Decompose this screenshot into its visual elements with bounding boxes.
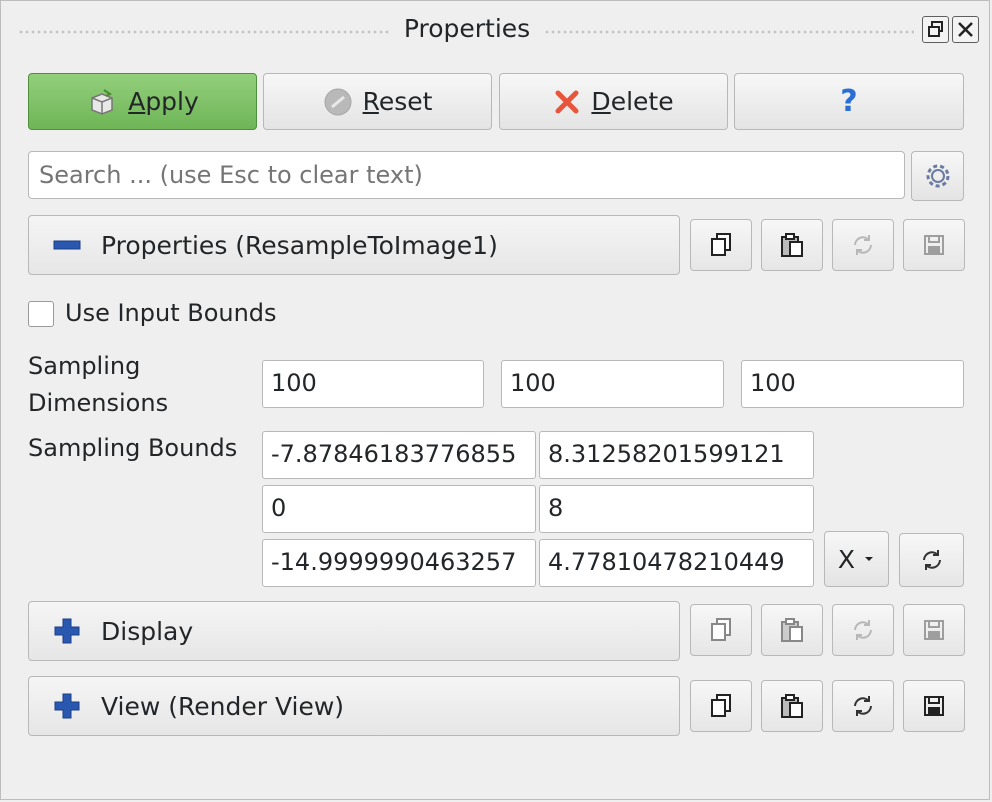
sampling-dimension-y-field[interactable]: 100 xyxy=(501,360,724,408)
title-grip-right xyxy=(544,29,914,35)
title-grip-left xyxy=(18,29,390,35)
sampling-dimension-z-field[interactable]: 100 xyxy=(741,360,964,408)
save-view-defaults-button[interactable] xyxy=(903,680,965,732)
paste-icon xyxy=(781,618,803,642)
sampling-dimension-x-field[interactable]: 100 xyxy=(262,360,484,408)
use-input-bounds-checkbox[interactable] xyxy=(28,301,54,327)
copy-icon xyxy=(711,694,731,717)
sampling-bounds-ymax-field[interactable]: 8 xyxy=(539,485,814,533)
view-section-header[interactable]: View (Render View) xyxy=(28,676,680,736)
save-icon xyxy=(924,620,944,640)
paste-view-button[interactable] xyxy=(761,680,823,732)
reset-label: Reset xyxy=(363,87,433,116)
apply-icon xyxy=(91,88,113,115)
copy-properties-button[interactable] xyxy=(690,219,752,271)
sampling-bounds-xmin-field[interactable]: -7.87846183776855 xyxy=(262,431,536,479)
delete-label-rest: elete xyxy=(610,87,674,116)
apply-button[interactable]: Apply xyxy=(28,73,257,130)
collapse-minus-icon xyxy=(53,231,81,259)
delete-mnemonic: D xyxy=(591,87,611,116)
save-defaults-button[interactable] xyxy=(903,219,965,271)
reset-bounds-button[interactable] xyxy=(899,533,964,587)
refresh-icon xyxy=(854,235,872,255)
gear-icon xyxy=(926,164,949,188)
paste-icon xyxy=(781,233,803,257)
reset-label-rest: eset xyxy=(378,87,433,116)
properties-section-title: Properties (ResampleToImage1) xyxy=(101,230,498,260)
expand-plus-icon xyxy=(53,617,81,645)
axis-dropdown-value: X xyxy=(837,544,856,574)
sampling-bounds-ymin-field[interactable]: 0 xyxy=(262,485,536,533)
chevron-down-icon xyxy=(865,557,874,561)
refresh-icon xyxy=(922,550,941,570)
float-button[interactable] xyxy=(922,16,949,43)
close-icon xyxy=(958,22,973,37)
restore-defaults-button[interactable] xyxy=(832,219,894,271)
close-button[interactable] xyxy=(952,16,979,43)
delete-label: Delete xyxy=(591,87,673,116)
save-display-defaults-button[interactable] xyxy=(903,604,965,656)
paste-icon xyxy=(781,694,803,718)
reset-button[interactable]: Reset xyxy=(263,73,492,130)
copy-icon xyxy=(711,618,731,641)
dock-title: Properties xyxy=(403,14,531,43)
help-button[interactable]: ? xyxy=(734,73,964,130)
refresh-icon xyxy=(854,620,872,640)
display-section-title: Display xyxy=(101,616,194,646)
reset-icon xyxy=(324,88,352,115)
dock-title-bar[interactable]: Properties xyxy=(0,10,992,52)
apply-label-rest: pply xyxy=(145,87,199,116)
paste-display-button[interactable] xyxy=(761,604,823,656)
display-section-header[interactable]: Display xyxy=(28,601,680,661)
sampling-bounds-label: Sampling Bounds xyxy=(28,434,238,462)
axis-dropdown[interactable]: X xyxy=(824,531,889,587)
sampling-bounds-xmax-field[interactable]: 8.31258201599121 xyxy=(539,431,814,479)
apply-label: Apply xyxy=(128,87,199,116)
restore-view-defaults-button[interactable] xyxy=(832,680,894,732)
reset-mnemonic: R xyxy=(362,87,379,116)
sampling-dimensions-label-line1: Sampling xyxy=(28,352,141,380)
properties-section-header[interactable]: Properties (ResampleToImage1) xyxy=(28,215,680,275)
expand-plus-icon xyxy=(53,692,81,720)
apply-mnemonic: A xyxy=(128,87,146,116)
copy-icon xyxy=(711,233,731,256)
paste-properties-button[interactable] xyxy=(761,219,823,271)
refresh-icon xyxy=(854,696,872,716)
use-input-bounds-label: Use Input Bounds xyxy=(65,299,277,327)
sampling-dimensions-label-line2: Dimensions xyxy=(28,389,169,417)
delete-button[interactable]: Delete xyxy=(499,73,728,130)
float-icon xyxy=(928,21,943,37)
copy-view-button[interactable] xyxy=(690,680,752,732)
help-icon: ? xyxy=(840,84,858,119)
search-input[interactable] xyxy=(28,151,905,199)
save-icon xyxy=(924,696,944,716)
view-section-title: View (Render View) xyxy=(101,691,345,721)
save-icon xyxy=(924,235,944,255)
restore-display-defaults-button[interactable] xyxy=(832,604,894,656)
sampling-bounds-zmin-field[interactable]: -14.9999990463257 xyxy=(262,539,536,587)
advanced-settings-button[interactable] xyxy=(911,151,964,201)
delete-icon xyxy=(555,90,579,113)
copy-display-button[interactable] xyxy=(690,604,752,656)
sampling-bounds-zmax-field[interactable]: 4.77810478210449 xyxy=(539,539,814,587)
